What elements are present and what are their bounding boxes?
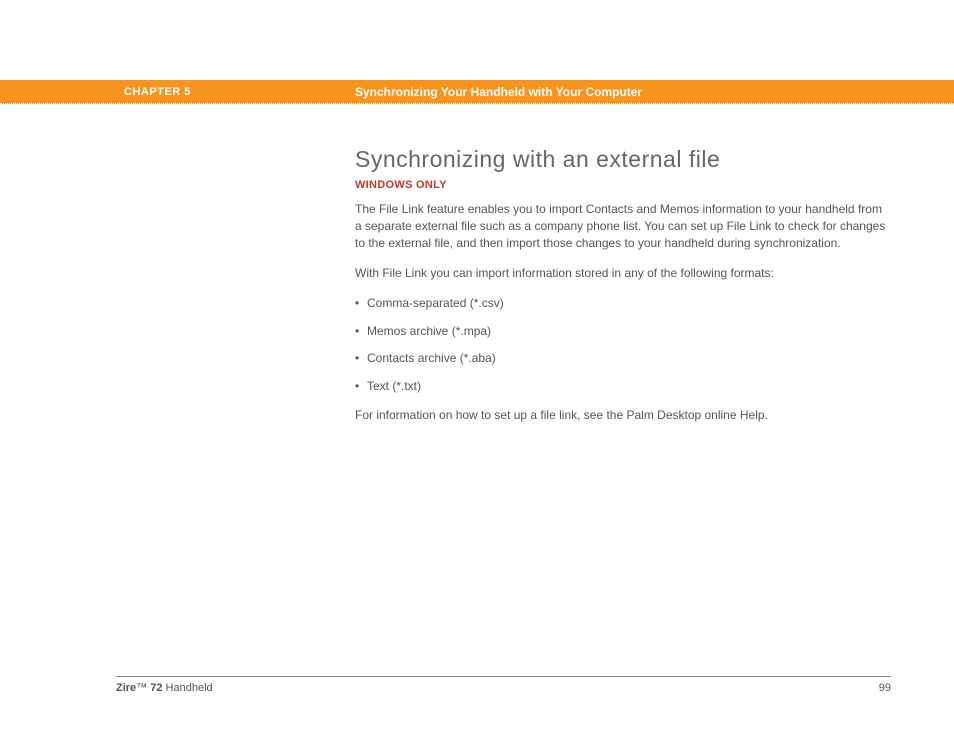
footer: Zire™ 72 Handheld 99 xyxy=(116,682,891,694)
list-item: Contacts archive (*.aba) xyxy=(355,351,890,367)
footer-brand-model: 72 xyxy=(147,682,162,694)
content-area: Synchronizing with an external file WIND… xyxy=(355,146,890,437)
platform-subhead: WINDOWS ONLY xyxy=(355,179,890,191)
footer-brand-suffix: Handheld xyxy=(162,682,212,694)
document-page: CHAPTER 5 Synchronizing Your Handheld wi… xyxy=(0,0,954,738)
footer-page-number: 99 xyxy=(879,682,891,694)
intro-paragraph: The File Link feature enables you to imp… xyxy=(355,201,890,251)
footer-brand-name: Zire xyxy=(116,682,136,694)
formats-lead-paragraph: With File Link you can import informatio… xyxy=(355,265,890,282)
closing-paragraph: For information on how to set up a file … xyxy=(355,407,890,424)
list-item: Memos archive (*.mpa) xyxy=(355,324,890,340)
footer-rule xyxy=(116,676,891,677)
chapter-header-bar: CHAPTER 5 Synchronizing Your Handheld wi… xyxy=(0,80,954,104)
footer-brand: Zire™ 72 Handheld xyxy=(116,682,213,694)
formats-list: Comma-separated (*.csv) Memos archive (*… xyxy=(355,296,890,394)
list-item: Text (*.txt) xyxy=(355,379,890,395)
chapter-label: CHAPTER 5 xyxy=(124,80,324,104)
chapter-breadcrumb: Synchronizing Your Handheld with Your Co… xyxy=(355,80,915,104)
footer-brand-tm: ™ xyxy=(136,682,147,694)
list-item: Comma-separated (*.csv) xyxy=(355,296,890,312)
section-heading: Synchronizing with an external file xyxy=(355,146,890,173)
